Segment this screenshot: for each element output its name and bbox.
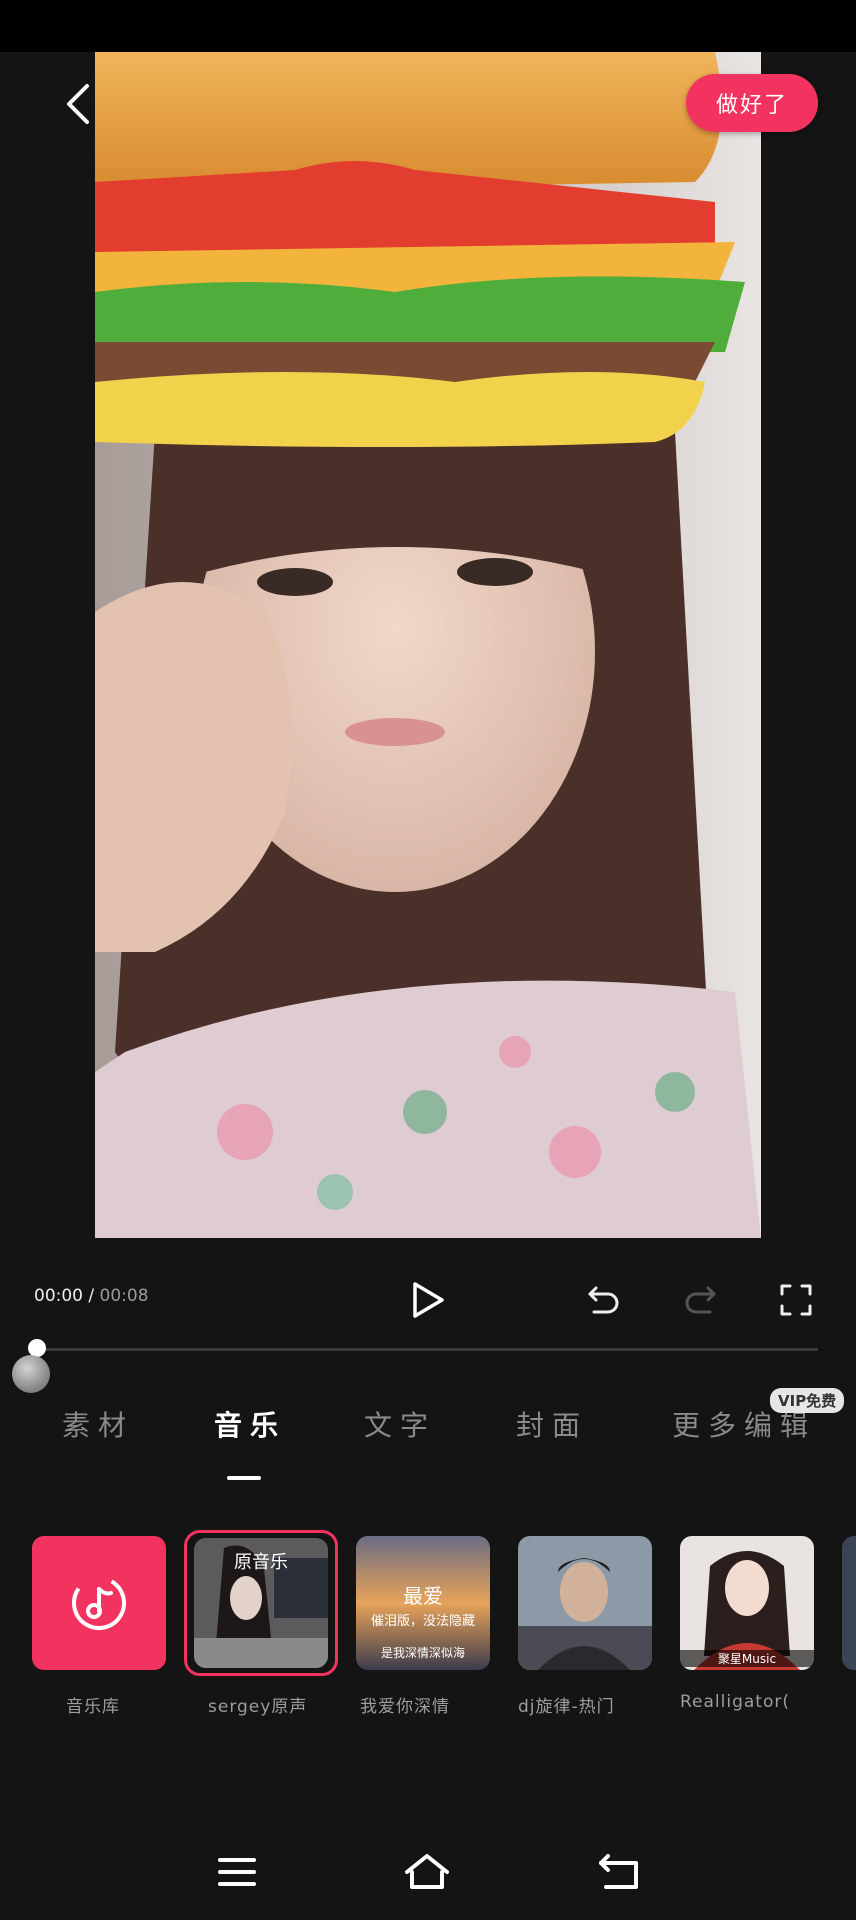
touch-indicator xyxy=(12,1355,50,1393)
editor-tabs: 素材 音乐 文字 封面 更多编辑 xyxy=(0,1404,856,1464)
music-note-icon xyxy=(72,1576,126,1630)
home-icon xyxy=(405,1854,449,1889)
tab-text[interactable]: 文字 xyxy=(364,1404,436,1444)
music-item-4-label: Realligator( xyxy=(680,1692,790,1712)
timeline-scrubber[interactable] xyxy=(34,1348,818,1351)
tab-cover[interactable]: 封面 xyxy=(516,1404,588,1444)
home-button[interactable] xyxy=(403,1848,451,1896)
vip-free-badge: VIP免费 xyxy=(770,1388,845,1413)
music-list: 音乐库 原音乐 sergey原声 最爱 催泪版，没法隐藏 是我深情深似海 我爱你… xyxy=(0,1530,856,1717)
video-frame-image xyxy=(95,52,761,1238)
music-item-1-label: sergey原声 xyxy=(208,1697,308,1717)
return-icon xyxy=(599,1854,638,1889)
tab-music[interactable]: 音乐 xyxy=(214,1404,286,1444)
music-item-4[interactable]: 聚星Music xyxy=(680,1536,814,1670)
music-item-1[interactable]: 原音乐 xyxy=(194,1538,328,1668)
music-item-2-title: 最爱 xyxy=(403,1584,443,1608)
return-button[interactable] xyxy=(595,1848,643,1896)
music-library-label: 音乐库 xyxy=(66,1697,120,1717)
music-item-3-label: dj旋律-热门 xyxy=(518,1697,615,1717)
music-item-2-label: 我爱你深情 xyxy=(360,1697,450,1717)
original-music-overlay: 原音乐 xyxy=(234,1552,288,1573)
music-item-4-overlay: 聚星Music xyxy=(680,1650,814,1667)
status-bar xyxy=(0,0,856,52)
tab-material[interactable]: 素材 xyxy=(62,1404,134,1444)
done-button[interactable]: 做好了 xyxy=(686,74,818,132)
fullscreen-icon xyxy=(780,1284,812,1316)
total-time: 00:08 xyxy=(99,1286,149,1306)
play-icon xyxy=(413,1282,444,1318)
video-preview[interactable] xyxy=(95,52,761,1238)
music-item-2[interactable]: 最爱 催泪版，没法隐藏 是我深情深似海 xyxy=(356,1536,490,1670)
system-nav-bar xyxy=(0,1820,856,1920)
music-item-2-subtitle: 催泪版，没法隐藏 xyxy=(370,1614,475,1629)
back-button[interactable] xyxy=(56,78,100,130)
fullscreen-button[interactable] xyxy=(772,1276,820,1324)
time-readout: 00:00 / 00:08 xyxy=(34,1286,149,1306)
redo-icon xyxy=(685,1286,716,1314)
redo-button[interactable] xyxy=(676,1276,724,1324)
menu-icon xyxy=(218,1858,256,1886)
music-item-5-partial[interactable] xyxy=(842,1536,856,1670)
undo-button[interactable] xyxy=(580,1276,628,1324)
menu-button[interactable] xyxy=(213,1848,261,1896)
music-thumbnail-3 xyxy=(518,1536,652,1670)
back-arrow-icon xyxy=(67,84,89,124)
music-item-2-subtitle-2: 是我深情深似海 xyxy=(380,1646,465,1660)
music-library-button[interactable] xyxy=(32,1536,166,1670)
current-time: 00:00 xyxy=(34,1286,83,1306)
undo-icon xyxy=(588,1286,619,1314)
active-tab-indicator xyxy=(227,1476,261,1480)
music-item-3[interactable] xyxy=(518,1536,652,1670)
play-button[interactable] xyxy=(404,1276,452,1324)
time-separator: / xyxy=(83,1286,100,1306)
